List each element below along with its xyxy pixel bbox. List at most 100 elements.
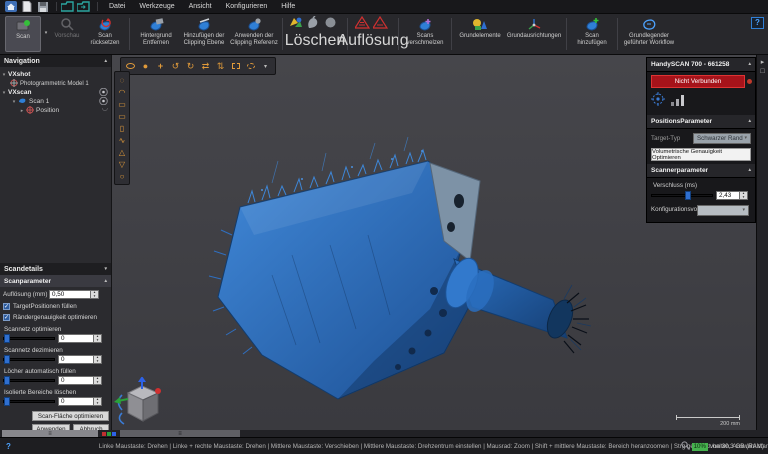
resolution-decrease-icon[interactable] (371, 15, 391, 34)
resolution-increase-icon[interactable] (353, 15, 373, 34)
shutter-input[interactable]: 2,43 (716, 191, 740, 200)
collapse-up-icon[interactable]: ▴ (748, 168, 751, 173)
scandetails-header[interactable]: Scandetails ▾ (0, 263, 111, 275)
decimate-value-input[interactable]: 0 (58, 355, 94, 364)
flip-horizontal-icon[interactable]: ⇄ (199, 60, 212, 73)
shutter-slider[interactable] (651, 191, 713, 200)
navigation-header[interactable]: Navigation ▴ (0, 55, 111, 67)
view-toolbar-more[interactable]: ▾ (259, 60, 272, 73)
rotate-left-icon[interactable]: ↺ (169, 60, 182, 73)
collapse-up-icon[interactable]: ▴ (104, 278, 107, 284)
scan-ruecksetzen-button[interactable]: Scan rücksetzen (84, 14, 126, 54)
collapse-up-icon[interactable]: ▴ (748, 119, 751, 124)
visibility-closed-eye-icon[interactable]: ◡ (102, 104, 108, 112)
spinner[interactable]: ▴ ▾ (94, 355, 102, 364)
ellipse-select-icon[interactable] (244, 60, 257, 73)
tree-item-photogrammetric-model[interactable]: Photogrammetric Model 1 (0, 78, 111, 88)
caret-down-icon[interactable]: ▾ (0, 72, 8, 78)
caret-down-icon[interactable]: ▾ (0, 90, 8, 96)
collapse-up-icon[interactable]: ▴ (104, 58, 107, 64)
scans-verschmelzen-button[interactable]: Scans verschmelzen (402, 14, 448, 54)
circle-select-icon[interactable]: ○ (116, 170, 128, 182)
brush-select-icon[interactable]: ∿ (116, 134, 128, 146)
rotate-right-icon[interactable]: ↻ (184, 60, 197, 73)
checkbox-checked-icon[interactable]: ✓ (3, 314, 10, 321)
checkbox-checked-icon[interactable]: ✓ (3, 303, 10, 310)
resolution-spinner[interactable]: ▴ ▾ (91, 290, 99, 299)
optimize-value-input[interactable]: 0 (58, 334, 94, 343)
save-icon[interactable] (36, 1, 49, 12)
target-type-dropdown[interactable]: Schwarzer Rand ▾ (693, 133, 751, 144)
menu-konfigurieren[interactable]: Konfigurieren (219, 0, 275, 13)
signal-strength-icon (671, 93, 685, 111)
isolated-value-input[interactable]: 0 (58, 397, 94, 406)
optimize-slider[interactable] (3, 334, 55, 343)
delete-isolated-icon[interactable] (324, 16, 342, 34)
bottom-tab-strip: ≡ ≡ (0, 430, 768, 437)
device-header[interactable]: HandySCAN 700 - 661258 ▴ (647, 58, 755, 72)
rect-select-icon[interactable] (229, 60, 242, 73)
vorschau-button[interactable]: Vorschau (50, 14, 84, 54)
grundausrichtungen-button[interactable]: Grundausrichtungen (505, 14, 563, 54)
freehand-select-icon[interactable]: ◠ (116, 86, 128, 98)
move-icon[interactable]: + (154, 60, 167, 73)
export-session-icon[interactable] (77, 1, 90, 12)
expand-panel-icon[interactable]: ▸ (761, 58, 765, 67)
hintergrund-entfernen-button[interactable]: Hintergrund Entfernen (133, 14, 179, 54)
spinner[interactable]: ▴ ▾ (94, 334, 102, 343)
scan-dropdown[interactable]: ▾ (42, 14, 50, 54)
scanner-params-header[interactable]: Scannerparameter ▴ (647, 164, 755, 178)
left-panel-tab-active[interactable]: ≡ (2, 430, 98, 437)
volumetric-accuracy-button[interactable]: Volumetrische Genauigkeit Optimieren (651, 148, 751, 161)
fill-holes-slider[interactable] (3, 376, 55, 385)
collapse-up-icon[interactable]: ▴ (748, 62, 751, 67)
clipping-referenz-button[interactable]: Anwenden der Clipping Referenz (229, 14, 279, 54)
viewport-tab[interactable]: ≡ (120, 430, 240, 437)
new-document-icon[interactable] (20, 1, 33, 12)
triangle-down-select-icon[interactable]: ▽ (116, 158, 128, 170)
grundelemente-button[interactable]: Grundelemente (455, 14, 505, 54)
decimate-slider[interactable] (3, 355, 55, 364)
tree-item-vxscan[interactable]: ▾ VXscan (0, 87, 111, 97)
triangle-up-select-icon[interactable]: △ (116, 146, 128, 158)
flip-vertical-icon[interactable]: ⇅ (214, 60, 227, 73)
help-button[interactable]: ? (751, 17, 764, 29)
connection-status-button[interactable]: Nicht Verbunden (651, 75, 752, 88)
isolated-slider[interactable] (3, 397, 55, 406)
menu-hilfe[interactable]: Hilfe (274, 0, 302, 13)
import-session-icon[interactable] (61, 1, 74, 12)
caret-down-icon[interactable]: ▾ (10, 99, 18, 105)
help-hint-icon[interactable]: ? (6, 442, 11, 451)
tree-item-scan-1[interactable]: ▾ Scan 1 (0, 96, 111, 106)
lasso-select-icon[interactable]: ◌ (116, 74, 128, 86)
menu-werkzeuge[interactable]: Werkzeuge (132, 0, 181, 13)
collapse-down-icon[interactable]: ▾ (104, 266, 107, 272)
delete-selection-icon[interactable] (306, 15, 324, 34)
scan-button[interactable]: Scan (5, 16, 41, 52)
resolution-input[interactable]: 0,50 (49, 290, 91, 299)
positions-header[interactable]: PositionsParameter ▴ (647, 115, 755, 129)
scan-hinzufuegen-button[interactable]: Scan hinzufügen (570, 14, 614, 54)
clipping-ebene-button[interactable]: Hinzufügen der Clipping Ebene (179, 14, 229, 54)
delete-facets-icon[interactable] (288, 16, 306, 34)
float-window-icon[interactable]: □ (760, 67, 764, 76)
spinner[interactable]: ▴ ▾ (94, 397, 102, 406)
menu-ansicht[interactable]: Ansicht (182, 0, 219, 13)
solid-view-icon[interactable]: ● (139, 60, 152, 73)
tree-item-position[interactable]: ▸ Position ◡ (0, 104, 111, 115)
menu-datei[interactable]: Datei (102, 0, 132, 13)
targets-detect-icon[interactable] (651, 92, 665, 111)
home-icon[interactable] (4, 1, 17, 12)
fill-holes-value-input[interactable]: 0 (58, 376, 94, 385)
caret-right-icon[interactable]: ▸ (18, 108, 26, 114)
spinner[interactable]: ▴ ▾ (94, 376, 102, 385)
config-preset-dropdown[interactable]: ▾ (697, 205, 749, 216)
rect-area-2-icon[interactable]: ▭ (116, 110, 128, 122)
scanparameter-header[interactable]: Scanparameter ▴ (0, 275, 111, 287)
rect-area-3-icon[interactable]: ▯ (116, 122, 128, 134)
orientation-cube[interactable] (114, 376, 166, 432)
rect-area-icon[interactable]: ▭ (116, 98, 128, 110)
optimize-scan-surface-button[interactable]: Scan-Fläche optimieren (32, 411, 109, 421)
shutter-spinner[interactable]: ▴ ▾ (740, 191, 748, 200)
guided-workflow-button[interactable]: Grundlegender geführter Workflow (621, 14, 677, 54)
